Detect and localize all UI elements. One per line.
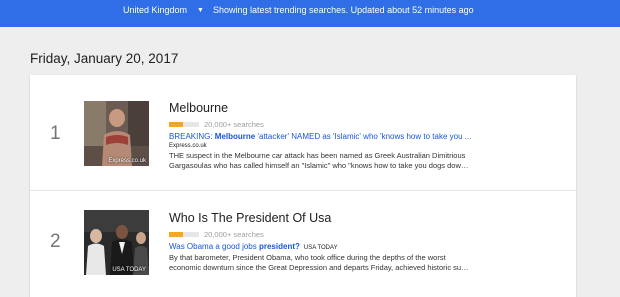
trend-image[interactable]: Express.co.uk	[84, 101, 149, 166]
trend-photo	[84, 210, 149, 275]
news-headline-link[interactable]: Was Obama a good jobs president? USA TODA…	[169, 242, 569, 251]
item-divider	[30, 190, 576, 191]
trend-title[interactable]: Who Is The President Of Usa	[169, 211, 569, 225]
search-volume: 20,000+ searches	[169, 120, 569, 129]
news-source: Express.co.uk	[169, 143, 207, 149]
region-selector[interactable]: United Kingdom ▼	[123, 5, 204, 15]
trend-rank: 2	[50, 231, 61, 252]
headline-prefix: BREAKING:	[169, 132, 215, 141]
headline-prefix: Was Obama a good jobs	[169, 242, 259, 251]
volume-bar-fill	[169, 122, 183, 127]
news-snippet: THE suspect in the Melbourne car attack …	[169, 151, 569, 171]
volume-bar	[169, 232, 199, 237]
trend-title[interactable]: Melbourne	[169, 101, 569, 115]
volume-count: 20,000+ searches	[204, 230, 264, 239]
headline-keyword: Melbourne	[214, 132, 256, 141]
volume-bar	[169, 122, 199, 127]
snippet-line: THE suspect in the Melbourne car attack …	[169, 151, 466, 160]
trend-rank: 1	[50, 123, 61, 144]
caret-down-icon: ▼	[197, 6, 204, 14]
image-caption: Express.co.uk	[108, 158, 146, 164]
volume-count: 20,000+ searches	[204, 120, 264, 129]
news-source: USA TODAY	[303, 245, 338, 251]
trend-content: Melbourne 20,000+ searches BREAKING: Mel…	[169, 101, 569, 171]
trend-photo	[84, 101, 149, 166]
image-caption: USA TODAY	[112, 267, 146, 273]
search-volume: 20,000+ searches	[169, 230, 569, 239]
snippet-line: Gargasoulas who has called himself an "I…	[169, 161, 469, 170]
news-snippet: By that barometer, President Obama, who …	[169, 253, 569, 273]
headline-keyword: president?	[258, 242, 300, 251]
trend-content: Who Is The President Of Usa 20,000+ sear…	[169, 211, 569, 273]
news-headline-link[interactable]: BREAKING: Melbourne 'attacker' NAMED as …	[169, 132, 569, 141]
update-status: Showing latest trending searches. Update…	[213, 5, 474, 15]
trends-card: 1 Express.co.uk Melbourne 20,000+ search…	[30, 75, 576, 297]
trend-image[interactable]: USA TODAY	[84, 210, 149, 275]
snippet-line: economic downturn since the Great Depres…	[169, 263, 469, 272]
region-label: United Kingdom	[123, 5, 188, 15]
snippet-line: By that barometer, President Obama, who …	[169, 253, 446, 262]
headline-rest: 'attacker' NAMED as 'Islamic' who 'knows…	[255, 132, 472, 141]
volume-bar-fill	[169, 232, 183, 237]
top-bar: United Kingdom ▼ Showing latest trending…	[0, 0, 620, 27]
date-heading: Friday, January 20, 2017	[30, 51, 179, 66]
